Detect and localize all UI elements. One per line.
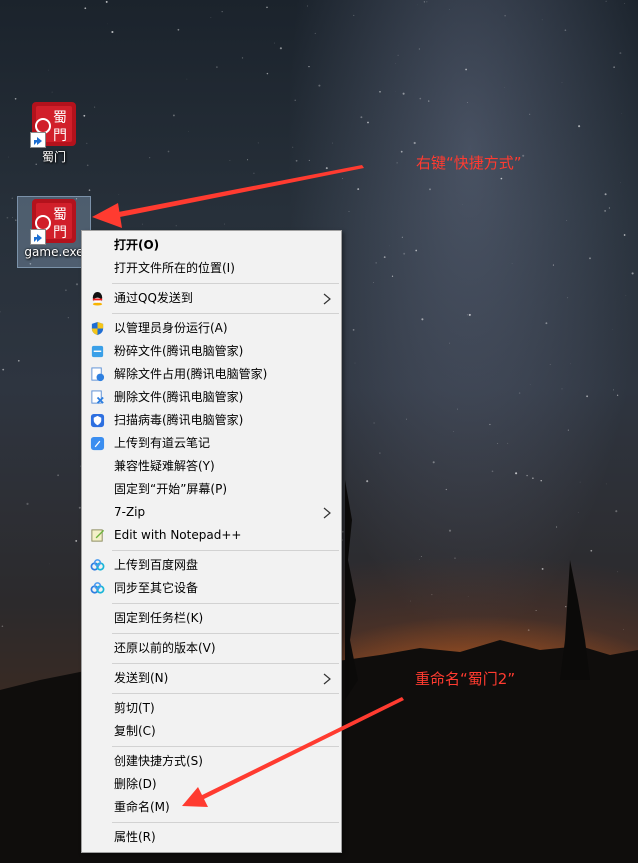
annotation-shortcut-note: 右键“快捷方式” [416,154,522,172]
annotation-arrow-shortcut [108,165,364,219]
annotation-arrow-rename [196,697,404,802]
annotation-arrows [92,165,404,807]
annotation-rename-note: 重命名“蜀门2” [415,670,516,688]
annotation-arrowhead-shortcut [92,203,122,228]
